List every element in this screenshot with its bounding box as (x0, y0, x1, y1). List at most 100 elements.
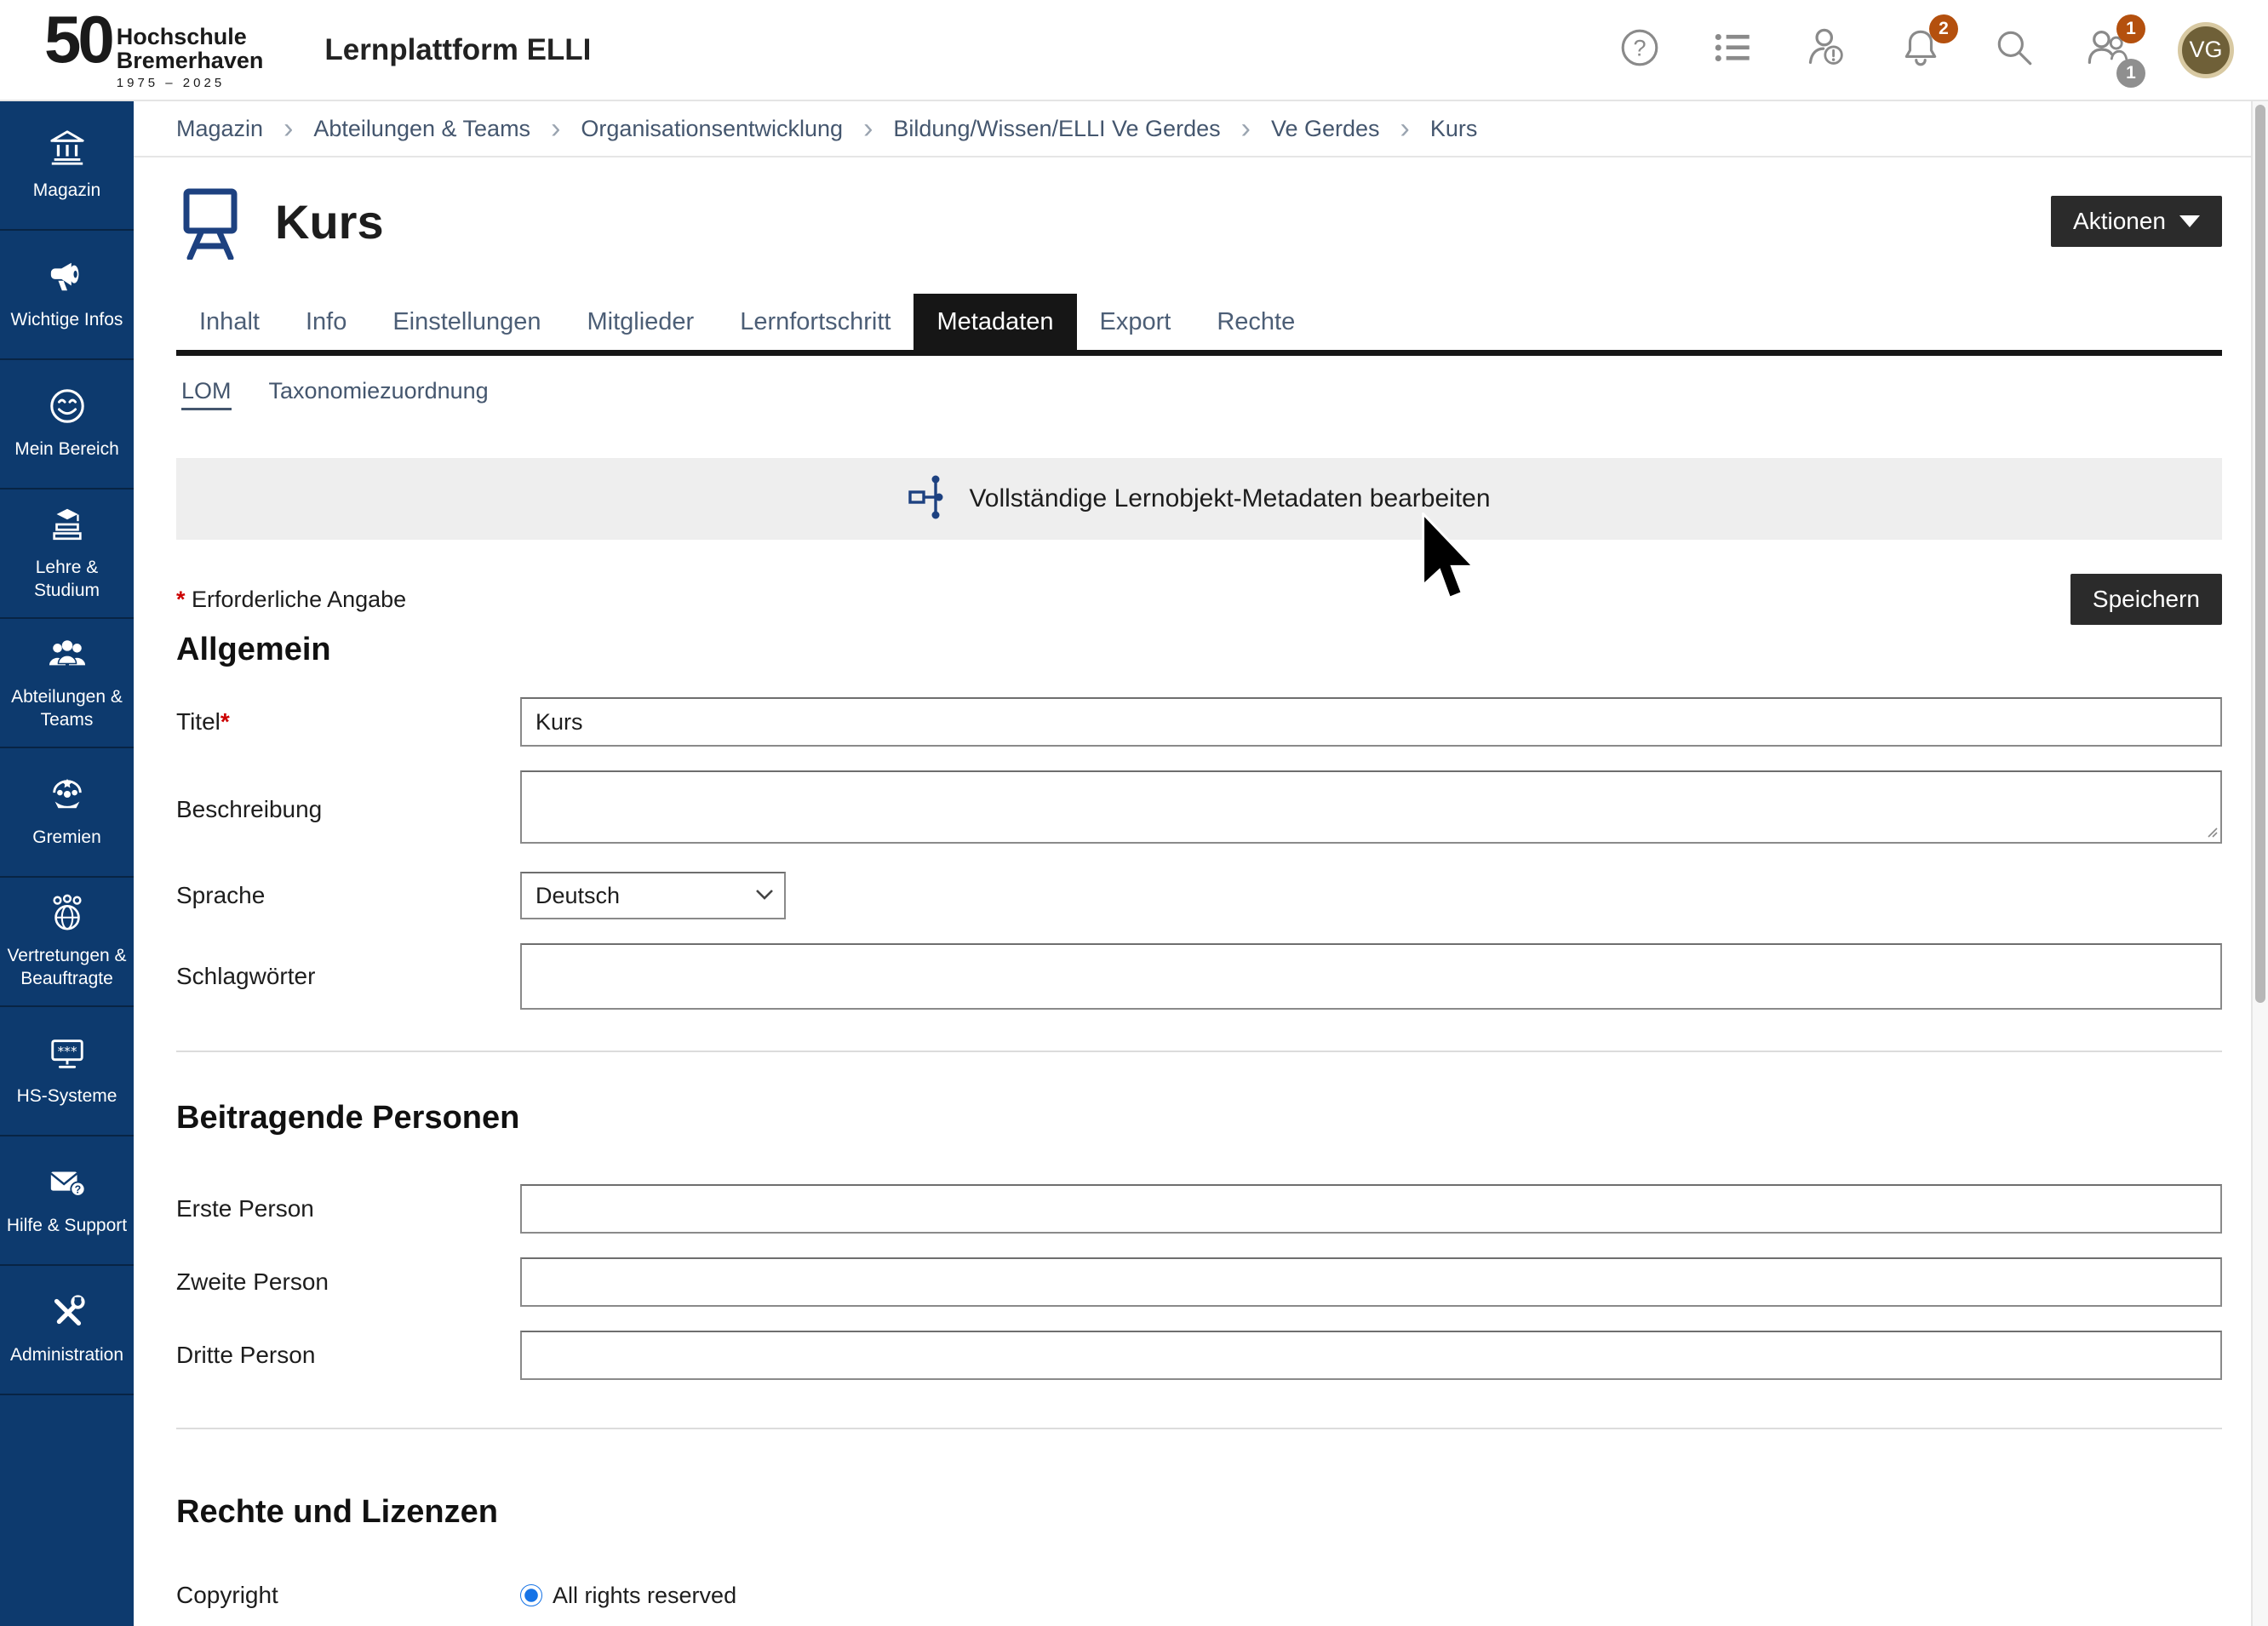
breadcrumb-separator: › (863, 114, 873, 143)
sprache-select[interactable]: Deutsch (520, 872, 786, 919)
breadcrumb-item[interactable]: Ve Gerdes (1271, 116, 1380, 142)
copyright-label: Copyright (176, 1582, 520, 1609)
edit-full-metadata-link[interactable]: Vollständige Lernobjekt-Metadaten bearbe… (969, 484, 1490, 513)
help-button[interactable]: ? (1616, 26, 1664, 74)
breadcrumb-item[interactable]: Abteilungen & Teams (313, 116, 530, 142)
breadcrumb-item[interactable]: Organisationsentwicklung (581, 116, 843, 142)
breadcrumb-item[interactable]: Bildung/Wissen/ELLI Ve Gerdes (893, 116, 1220, 142)
platform-title: Lernplattform ELLI (324, 33, 591, 67)
breadcrumb: Magazin › Abteilungen & Teams › Organisa… (134, 101, 2251, 157)
field-row-beschreibung: Beschreibung (176, 770, 2222, 848)
copyright-radio-group: All rights reserved (520, 1583, 2222, 1609)
tab-mitglieder[interactable]: Mitglieder (564, 294, 717, 350)
sidebar-item-label: Mein Bereich (14, 438, 119, 461)
breadcrumb-item[interactable]: Magazin (176, 116, 263, 142)
monitor-icon: *** (48, 1033, 87, 1077)
contacts-button[interactable]: 1 1 (2084, 26, 2132, 74)
subtab-taxonomiezuordnung[interactable]: Taxonomiezuordnung (269, 378, 489, 410)
section-title-rechte: Rechte und Lizenzen (176, 1494, 2222, 1531)
logo-years: 1975 – 2025 (117, 76, 264, 90)
notifications-button[interactable]: 2 (1897, 26, 1944, 74)
tab-inhalt[interactable]: Inhalt (176, 294, 283, 350)
actions-button[interactable]: Aktionen (2051, 196, 2222, 247)
dritte-person-input[interactable] (520, 1331, 2222, 1380)
sidebar-item-administration[interactable]: Administration (0, 1266, 134, 1395)
sidebar-item-hs-systeme[interactable]: *** HS-Systeme (0, 1007, 134, 1136)
sidebar-item-wichtige-infos[interactable]: Wichtige Infos (0, 231, 134, 360)
breadcrumb-separator: › (1400, 114, 1410, 143)
contacts-badge-top: 1 (2116, 14, 2145, 43)
sidebar-item-label: Hilfe & Support (7, 1215, 127, 1237)
tab-einstellungen[interactable]: Einstellungen (369, 294, 564, 350)
smiley-icon (48, 386, 87, 430)
actions-button-label: Aktionen (2073, 208, 2166, 235)
sidebar-item-label: Abteilungen & Teams (5, 686, 129, 731)
tab-metadaten[interactable]: Metadaten (914, 294, 1076, 350)
resize-handle-icon[interactable] (2206, 826, 2218, 842)
sidebar-item-vertretungen-beauftragte[interactable]: Vertretungen & Beauftragte (0, 878, 134, 1007)
zweite-person-input[interactable] (520, 1257, 2222, 1307)
people-group-icon (48, 634, 87, 678)
breadcrumb-item[interactable]: Kurs (1430, 116, 1478, 142)
hochschule-bremerhaven-logo[interactable]: 50 Hochschule Bremerhaven 1975 – 2025 (44, 9, 263, 91)
titel-input[interactable] (520, 697, 2222, 747)
save-button[interactable]: Speichern (2070, 574, 2222, 625)
list-icon (1712, 26, 1755, 73)
search-button[interactable] (1990, 26, 2038, 74)
sidebar-item-lehre-studium[interactable]: Lehre & Studium (0, 490, 134, 619)
section-divider (176, 1428, 2222, 1429)
required-hint: * Erforderliche Angabe (176, 587, 406, 613)
logo-line1: Hochschule (117, 25, 264, 49)
sidebar-item-label: Wichtige Infos (11, 309, 123, 331)
sidebar-item-mein-bereich[interactable]: Mein Bereich (0, 360, 134, 490)
all-rights-reserved-radio[interactable] (520, 1584, 542, 1606)
app-window: 50 Hochschule Bremerhaven 1975 – 2025 Le… (0, 0, 2268, 1626)
awareness-button[interactable] (1803, 26, 1851, 74)
subtab-lom[interactable]: LOM (181, 378, 232, 410)
svg-text:?: ? (74, 1184, 81, 1196)
assembly-icon (48, 775, 87, 818)
tools-icon (48, 1292, 87, 1336)
tab-rechte[interactable]: Rechte (1194, 294, 1318, 350)
search-icon (1993, 26, 2036, 73)
tab-info[interactable]: Info (283, 294, 369, 350)
sidebar-item-hilfe-support[interactable]: ? Hilfe & Support (0, 1136, 134, 1266)
contacts-badge-bottom: 1 (2116, 59, 2145, 88)
all-rights-reserved-label: All rights reserved (553, 1583, 736, 1609)
sidebar-item-label: Lehre & Studium (5, 557, 129, 602)
beschreibung-textarea[interactable] (520, 770, 2222, 844)
schlagwoerter-input[interactable] (520, 943, 2222, 1010)
sprache-label: Sprache (176, 882, 520, 909)
schlagwoerter-label: Schlagwörter (176, 963, 520, 990)
main-menu-button[interactable] (1710, 26, 1757, 74)
page-title: Kurs (275, 194, 384, 249)
user-avatar[interactable]: VG (2178, 22, 2234, 78)
breadcrumb-separator: › (1241, 114, 1251, 143)
sidebar-item-label: Magazin (33, 180, 100, 202)
scrollbar-thumb[interactable] (2255, 105, 2265, 1003)
tab-lernfortschritt[interactable]: Lernfortschritt (717, 294, 914, 350)
main-area: Magazin › Abteilungen & Teams › Organisa… (134, 101, 2251, 1626)
sidebar-item-label: Administration (10, 1344, 123, 1366)
erste-person-input[interactable] (520, 1184, 2222, 1234)
megaphone-icon (48, 257, 87, 301)
beschreibung-label: Beschreibung (176, 796, 520, 823)
tab-export[interactable]: Export (1077, 294, 1194, 350)
field-row-sprache: Sprache Deutsch (176, 872, 2222, 919)
sidebar-item-gremien[interactable]: Gremien (0, 748, 134, 878)
tab-bar: Inhalt Info Einstellungen Mitglieder Ler… (176, 294, 2222, 356)
content: Kurs Aktionen Inhalt Info Einstellungen … (134, 183, 2251, 1609)
top-icon-group: ? 2 (1616, 22, 2234, 78)
svg-text:?: ? (1633, 34, 1646, 60)
sidebar-item-abteilungen-teams[interactable]: Abteilungen & Teams (0, 619, 134, 748)
section-title-allgemein: Allgemein (176, 632, 2222, 668)
sidebar-nav: Magazin Wichtige Infos Mein Bereich Lehr… (0, 101, 134, 1626)
person-status-icon (1805, 26, 1849, 74)
sidebar-item-label: Gremien (32, 827, 101, 849)
sidebar-item-magazin[interactable]: Magazin (0, 101, 134, 231)
books-icon (48, 505, 87, 548)
chevron-down-icon (2179, 215, 2200, 227)
dritte-person-label: Dritte Person (176, 1342, 520, 1369)
vertical-scrollbar[interactable] (2251, 101, 2268, 1626)
notifications-badge: 2 (1929, 14, 1958, 43)
